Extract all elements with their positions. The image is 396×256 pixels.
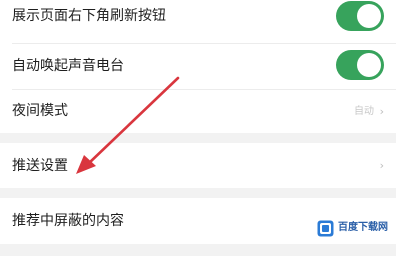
toggle-knob xyxy=(357,4,381,28)
settings-group-push: 推送设置 › xyxy=(0,143,396,188)
settings-group-general: 展示页面右下角刷新按钮 自动唤起声音电台 夜间模式 自动 › xyxy=(0,0,396,133)
settings-row-label: 推送设置 xyxy=(12,158,68,174)
settings-row-label: 自动唤起声音电台 xyxy=(12,58,124,74)
toggle-knob xyxy=(357,53,381,77)
settings-screen: 展示页面右下角刷新按钮 自动唤起声音电台 夜间模式 自动 › 推送设置 › 推荐 xyxy=(0,0,396,256)
settings-row-night-mode[interactable]: 夜间模式 自动 › xyxy=(0,90,396,133)
settings-row-refresh-button[interactable]: 展示页面右下角刷新按钮 xyxy=(0,0,396,36)
settings-row-push-settings[interactable]: 推送设置 › xyxy=(0,143,396,188)
watermark: 百度下载网 xyxy=(317,219,393,239)
settings-row-label: 推荐中屏蔽的内容 xyxy=(12,213,124,229)
watermark-text: 百度下载网 xyxy=(338,222,388,233)
chevron-right-icon: › xyxy=(379,105,384,118)
download-site-logo-icon xyxy=(317,220,334,237)
refresh-button-toggle[interactable] xyxy=(336,1,384,31)
night-mode-value: 自动 xyxy=(354,106,374,117)
settings-row-label: 夜间模式 xyxy=(12,103,68,119)
voice-radio-toggle[interactable] xyxy=(336,50,384,80)
settings-row-label: 展示页面右下角刷新按钮 xyxy=(12,8,166,24)
settings-row-voice-radio[interactable]: 自动唤起声音电台 xyxy=(0,44,396,88)
chevron-right-icon: › xyxy=(379,159,384,172)
